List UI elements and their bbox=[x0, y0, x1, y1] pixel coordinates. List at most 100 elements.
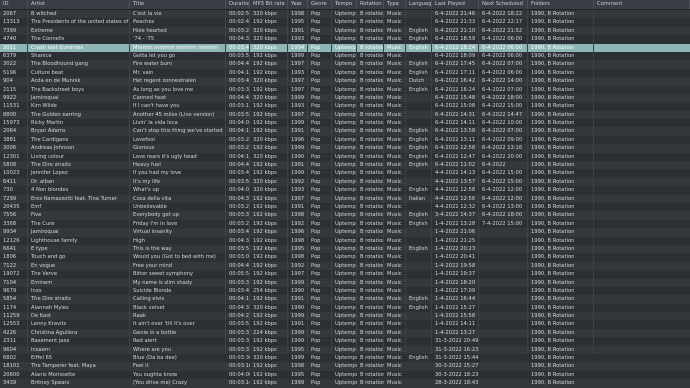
table-row[interactable]: 3022 The Bloodhound gang Fire water burn 00… bbox=[0, 60, 690, 69]
col-duration-cell: 00:04:35 bbox=[229, 304, 250, 311]
table-row[interactable]: 12126 Lighthouse family High 00:04:34 192 kb… bbox=[0, 236, 690, 245]
table-row[interactable]: 6379 Shanice Gotta let you go 00:03:57 192 k… bbox=[0, 51, 690, 61]
col-folders-cell: 1990, B Rotation bbox=[531, 363, 575, 370]
column-divider bbox=[27, 10, 28, 354]
col-id-cell: 6802 bbox=[3, 355, 17, 362]
table-row[interactable]: 2064 Bryan Adams Can't stop this thing we'… bbox=[0, 127, 690, 136]
table-row[interactable]: 730 4 Non blondes What's up 00:04:08 320 kbp… bbox=[0, 186, 690, 195]
col-folders-cell: 1990, B Rotation bbox=[531, 44, 575, 51]
col-type-cell: Music bbox=[387, 380, 402, 387]
table-row[interactable]: 5854 The Dire straits Calling elvis 00:04:1… bbox=[0, 295, 690, 304]
table-row[interactable]: 9604 Insaem Where are you 00:03:39 192 kbps 1… bbox=[0, 345, 690, 355]
col-id-cell: 1174 bbox=[3, 304, 17, 311]
col-comment-cell bbox=[594, 287, 690, 295]
col-bitrate-cell: 320 kbps bbox=[253, 44, 277, 51]
table-row[interactable]: 4226 Christina Aguilera Genie in a bottle 0… bbox=[0, 328, 690, 338]
table-row[interactable]: 9934 Jamiroquai Virtual insanity 00:03:44 19… bbox=[0, 228, 690, 237]
table-row[interactable]: 12301 Living colour Love rears it's ugly h… bbox=[0, 152, 690, 162]
table-row[interactable]: 3368 The Cure Friday I'm in love 00:03:28 19… bbox=[0, 219, 690, 229]
col-artist-cell: The Golden earring bbox=[31, 111, 81, 118]
table-row[interactable]: 4740 The Connells '74 - '75 00:04:30 320 kbp… bbox=[0, 35, 690, 44]
col-language-cell: English bbox=[409, 145, 428, 152]
table-row[interactable]: 7399 Extreme Hole hearted 00:03:20 320 kbps 1… bbox=[0, 26, 690, 36]
table-row[interactable]: 11531 Kim Wilde If I can't have you 00:03:1… bbox=[0, 102, 690, 111]
col-language-cell bbox=[406, 237, 432, 245]
table-row[interactable]: 20600 Alanis Morissette You oughta know 00:… bbox=[0, 370, 690, 380]
col-tempo-cell: Uptempo bbox=[335, 69, 357, 76]
col-folders-header[interactable]: Folders bbox=[528, 0, 594, 9]
col-duration-header[interactable]: Duration bbox=[226, 0, 250, 9]
col-language-cell bbox=[406, 329, 432, 337]
col-tempo-header[interactable]: Tempo bbox=[332, 0, 357, 9]
col-title-cell: C'est la vie bbox=[133, 11, 162, 17]
table-row[interactable]: 3006 Andreas Johnson Glorious 00:03:29 192 k… bbox=[0, 144, 690, 153]
col-duration-cell: 00:03:08 bbox=[229, 254, 250, 261]
col-last-played-cell: 30-3-2022 18:23 bbox=[435, 371, 479, 378]
col-genre-cell: Pop bbox=[311, 329, 321, 336]
col-id-header[interactable]: ID bbox=[0, 0, 28, 9]
col-bitrate-header[interactable]: MP3 Bit rate bbox=[250, 0, 288, 9]
table-row[interactable]: 904 Acda en de Munnik Het regent zonnestra… bbox=[0, 77, 690, 86]
col-id-cell: 7104 bbox=[3, 279, 17, 286]
table-row[interactable]: 15973 Ricky Martin Livin' la vida loca 00:0… bbox=[0, 119, 690, 128]
table-row[interactable]: 1174 Alannah Myles Black velvet 00:04:35 320… bbox=[0, 303, 690, 313]
col-language-header[interactable]: Language bbox=[406, 0, 432, 9]
col-duration-cell: 00:03:57 bbox=[229, 178, 250, 185]
col-title-cell: Hole hearted bbox=[133, 27, 167, 34]
col-duration-cell: 00:03:41 bbox=[229, 78, 250, 85]
col-id-cell: 7122 bbox=[3, 262, 17, 269]
table-row[interactable]: 6411 Dr. alban It's my life 00:03:57 320 kbp… bbox=[0, 177, 690, 187]
col-last-played-cell: 6-4-2022 14:31 bbox=[435, 111, 476, 118]
table-row[interactable]: 10023 Jennifer Lopez If you had my love 00:… bbox=[0, 169, 690, 178]
table-row[interactable]: 3881 The Cardigans Lovefool 00:03:23 320 kbp… bbox=[0, 135, 690, 145]
table-row[interactable]: 3439 Britney Spears (You drive me) Crazy 00… bbox=[0, 379, 690, 388]
table-row[interactable]: 1806 Touch and go Would you (Got to bed wi… bbox=[0, 253, 690, 262]
table-row[interactable]: 9922 Jamiroquai Canned heat 00:04:40 320 kbp… bbox=[0, 93, 690, 103]
table-row[interactable]: 20435 Emf Unbelievable 00:03:28 192 kbps 1991… bbox=[0, 202, 690, 212]
col-year-cell: 1991 bbox=[291, 162, 305, 169]
table-row[interactable]: 2115 The Backstreet boys As long as you lo… bbox=[0, 85, 690, 94]
table-row[interactable]: 7299 Eros Ramazzotti feat. Tina Turner Cos… bbox=[0, 194, 690, 203]
col-last-played-header[interactable]: Last Played bbox=[432, 0, 479, 9]
table-row[interactable]: 5808 The Dire straits Heavy fuel 00:04:44 19… bbox=[0, 161, 690, 170]
col-folders-cell: 1990, B Rotation bbox=[531, 254, 575, 261]
table-row-selected[interactable]: 3011 Crash test dummies Mmmm mmmm mmmm mmm… bbox=[0, 43, 690, 52]
col-duration-cell: 00:03:28 bbox=[229, 203, 250, 210]
table-row[interactable]: 9679 Inxs Suicide Blonde 00:03:46 254 kbps 19… bbox=[0, 286, 690, 296]
table-row[interactable]: 2311 Basement jaxx Red alert 00:03:32 192 kb… bbox=[0, 337, 690, 346]
col-genre-cell: Pop bbox=[311, 103, 321, 110]
col-tempo-cell: Uptempo bbox=[335, 19, 357, 26]
col-title-cell: Mr. vain bbox=[133, 69, 154, 76]
table-row[interactable]: 18102 The Tamperer feat. Maya Feel it 00:03… bbox=[0, 362, 690, 371]
col-year-header[interactable]: Year bbox=[288, 0, 308, 9]
col-folders-cell: 1990, B Rotation bbox=[531, 128, 575, 135]
table-row[interactable]: 5196 Culture beat Mr. vain 00:04:14 192 kbps… bbox=[0, 68, 690, 78]
col-genre-header[interactable]: Genre bbox=[308, 0, 332, 9]
table-row[interactable]: 7104 Eminem My name is slim shady 00:03:38 1… bbox=[0, 278, 690, 287]
table-row[interactable]: 7122 En vogue Free your mind 00:04:47 192 kb… bbox=[0, 261, 690, 271]
col-language-cell bbox=[406, 178, 432, 186]
table-row[interactable]: 19072 The Verve Bitter sweet symphony 00:05… bbox=[0, 270, 690, 279]
col-next-scheduled-header[interactable]: Next Scheduled bbox=[479, 0, 528, 9]
col-duration-cell: 00:03:14 bbox=[229, 380, 250, 387]
col-year-cell: 1999 bbox=[291, 355, 305, 362]
col-artist-cell: Jamiroquai bbox=[31, 229, 59, 236]
col-artist-header[interactable]: Artist bbox=[28, 0, 130, 9]
table-row[interactable]: 11259 De Kast Raak 00:04:26 192 kbps 1999 Pop U… bbox=[0, 312, 690, 321]
table-row[interactable]: 13313 The Presidents of the united states… bbox=[0, 18, 690, 27]
table-row[interactable]: 7556 Five Everybody get up 00:03:38 192 kbps… bbox=[0, 211, 690, 220]
col-type-header[interactable]: Type bbox=[384, 0, 406, 9]
table-row[interactable]: 2067 B witched C'est la vie 00:02:50 320 kbp… bbox=[0, 10, 690, 19]
col-title-header[interactable]: Title bbox=[130, 0, 226, 9]
col-rotation-header[interactable]: Rotation bbox=[357, 0, 384, 9]
table-row[interactable]: 6802 Eiffel 65 Blue (Da ba dee) 00:03:36 320… bbox=[0, 354, 690, 363]
table-row[interactable]: 12553 Lenny Kravitz It ain't over 'till it… bbox=[0, 320, 690, 329]
col-last-played-cell: 1-4-2022 17:09 bbox=[435, 287, 476, 294]
table-row[interactable]: 6641 E type This is the way 00:03:53 192 kbp… bbox=[0, 244, 690, 254]
col-duration-cell: 00:04:14 bbox=[229, 69, 250, 76]
col-comment-header[interactable]: Comment bbox=[594, 0, 690, 9]
table-row[interactable]: 8800 The Golden earring Another 45 miles (… bbox=[0, 110, 690, 120]
column-divider bbox=[527, 10, 528, 354]
col-rotation-cell: B rotation bbox=[360, 136, 384, 143]
col-folders-cell: 1990, B Rotation bbox=[531, 11, 575, 17]
